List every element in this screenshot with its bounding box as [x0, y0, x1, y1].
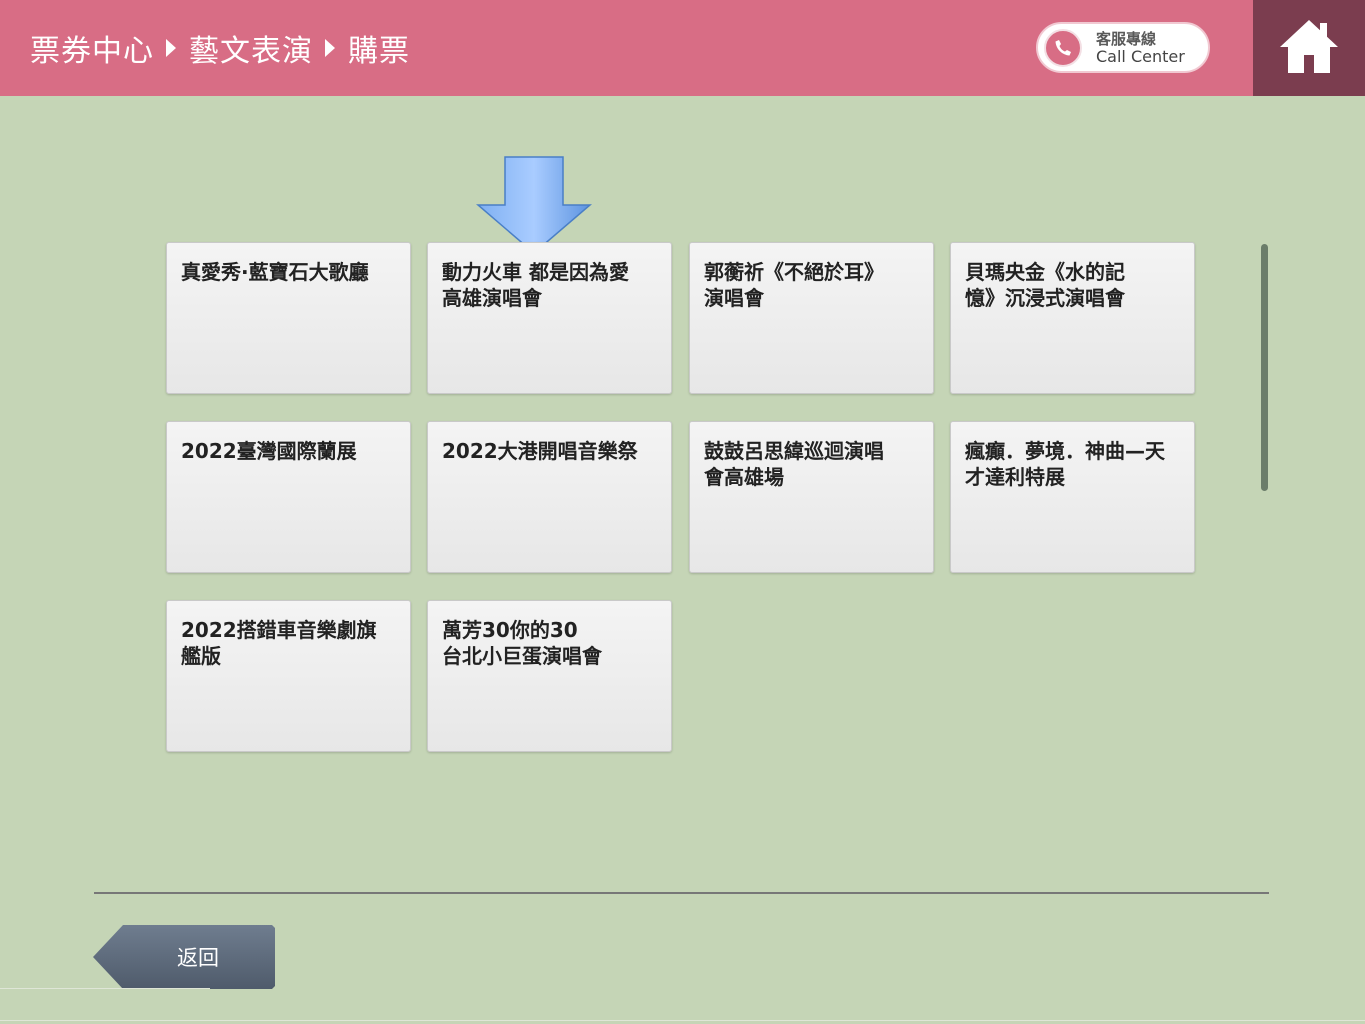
home-icon: [1278, 17, 1340, 79]
event-title-line: 真愛秀·藍寶石大歌廳: [181, 260, 369, 284]
event-tile[interactable]: 2022搭錯車音樂劇旗 艦版: [166, 600, 411, 752]
event-tile[interactable]: 郭蘅祈《不絕於耳》 演唱會: [689, 242, 934, 394]
back-button[interactable]: 返回: [93, 925, 276, 989]
event-title-line: 會高雄場: [704, 465, 784, 489]
breadcrumb-separator-icon: [166, 39, 176, 57]
call-center-label: 客服專線 Call Center: [1096, 30, 1185, 66]
event-title-line: 鼓鼓呂思緯巡迴演唱: [704, 439, 884, 463]
event-title-line: 瘋癲．夢境．神曲—天: [965, 439, 1165, 463]
event-title-line: 高雄演唱會: [442, 286, 542, 310]
bottom-rule: [0, 988, 210, 989]
home-button[interactable]: [1253, 0, 1365, 96]
event-tile[interactable]: 鼓鼓呂思緯巡迴演唱 會高雄場: [689, 421, 934, 573]
event-title-line: 台北小巨蛋演唱會: [442, 644, 602, 668]
phone-icon: [1044, 29, 1082, 67]
back-label: 返回: [177, 946, 219, 970]
event-tile[interactable]: 瘋癲．夢境．神曲—天 才達利特展: [950, 421, 1195, 573]
scrollbar[interactable]: [1261, 244, 1268, 491]
event-tile[interactable]: 貝瑪央金《水的記 憶》沉浸式演唱會: [950, 242, 1195, 394]
event-tile[interactable]: 2022大港開唱音樂祭: [427, 421, 672, 573]
event-title-line: 才達利特展: [965, 465, 1065, 489]
event-title-line: 萬芳30你的30: [442, 618, 578, 642]
call-center-label-en: Call Center: [1096, 47, 1185, 66]
breadcrumb: 票券中心 藝文表演 購票: [30, 26, 410, 70]
call-center-button[interactable]: 客服專線 Call Center: [1036, 22, 1210, 73]
event-title-line: 2022搭錯車音樂劇旗: [181, 618, 377, 642]
breadcrumb-ticket-center[interactable]: 票券中心: [30, 26, 154, 70]
event-title-line: 演唱會: [704, 286, 764, 310]
event-title-line: 動力火車 都是因為愛: [442, 260, 629, 284]
event-tile[interactable]: 真愛秀·藍寶石大歌廳: [166, 242, 411, 394]
breadcrumb-separator-icon: [325, 39, 335, 57]
breadcrumb-buy-ticket: 購票: [348, 34, 410, 69]
event-tile[interactable]: 萬芳30你的30 台北小巨蛋演唱會: [427, 600, 672, 752]
top-bar: 票券中心 藝文表演 購票 客服專線 Call Center: [0, 0, 1253, 96]
event-title-line: 2022臺灣國際蘭展: [181, 439, 357, 463]
event-tile[interactable]: 動力火車 都是因為愛 高雄演唱會: [427, 242, 672, 394]
bottom-rule: [0, 1020, 1365, 1021]
event-title-line: 憶》沉浸式演唱會: [965, 286, 1125, 310]
breadcrumb-arts-performance[interactable]: 藝文表演: [189, 26, 313, 70]
event-title-line: 2022大港開唱音樂祭: [442, 439, 638, 463]
divider: [94, 892, 1269, 894]
event-title-line: 艦版: [181, 644, 221, 668]
event-tile[interactable]: 2022臺灣國際蘭展: [166, 421, 411, 573]
event-title-line: 貝瑪央金《水的記: [965, 260, 1125, 284]
event-title-line: 郭蘅祈《不絕於耳》: [704, 260, 884, 284]
call-center-label-zh: 客服專線: [1096, 30, 1157, 48]
